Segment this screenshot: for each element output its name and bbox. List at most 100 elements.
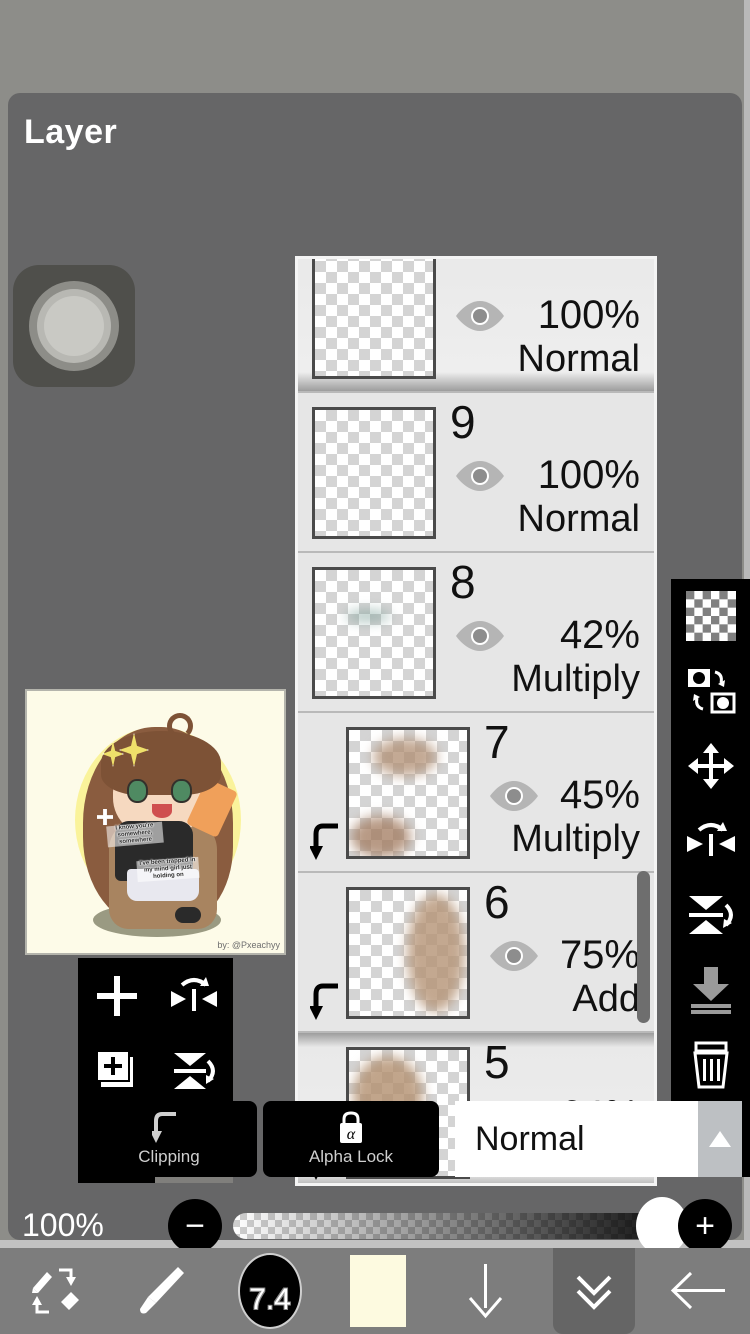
- opacity-slider-track[interactable]: [233, 1213, 663, 1239]
- plus-icon: [96, 975, 137, 1016]
- clipping-indicator: [309, 823, 344, 861]
- layer-row[interactable]: 7 45% Multiply: [298, 713, 654, 873]
- layer-row[interactable]: 100% Normal: [298, 259, 654, 393]
- clipping-indicator: [309, 983, 344, 1021]
- visibility-eye-icon: [456, 461, 504, 491]
- brush-size-button[interactable]: 7.4: [216, 1248, 324, 1334]
- layer-blend-mode-label: Multiply: [511, 818, 640, 860]
- visibility-eye-icon: [456, 301, 504, 331]
- layer-visibility-toggle[interactable]: [454, 299, 506, 333]
- layer-panel: Layer I know you're somewhere, somewhere…: [8, 93, 750, 1255]
- layer-thumbnail[interactable]: [312, 407, 436, 539]
- artwork-quote-2: I've been trapped in my mind girl just h…: [136, 856, 200, 883]
- layer-visibility-toggle[interactable]: [488, 779, 540, 813]
- move-arrows-icon: [687, 742, 734, 789]
- camera-lens-icon: [13, 265, 135, 387]
- blend-mode-value: Normal: [475, 1119, 585, 1158]
- layer-opacity-label: 100%: [537, 293, 640, 337]
- layer-blend-mode-label: Normal: [517, 338, 640, 380]
- flip-horizontal-button[interactable]: [155, 958, 232, 1033]
- flip-vertical-button[interactable]: [671, 878, 750, 953]
- back-button[interactable]: [645, 1248, 750, 1334]
- flip-horizontal-icon: [686, 821, 735, 856]
- trash-icon: [692, 1041, 729, 1089]
- layer-blend-mode-label: Add: [572, 978, 640, 1020]
- canvas-thumbnail-preview[interactable]: I know you're somewhere, somewhere I've …: [25, 689, 286, 955]
- alpha-lock-button[interactable]: α Alpha Lock: [263, 1101, 439, 1177]
- clipping-indicator-icon: [309, 823, 338, 860]
- layer-list[interactable]: 100% Normal 9 100% Normal 8 42% Multiply 7 45% Mul…: [295, 256, 657, 1186]
- layer-number: 5: [484, 1036, 510, 1088]
- layer-number: 8: [450, 556, 476, 608]
- layer-visibility-toggle[interactable]: [454, 459, 506, 493]
- blend-mode-select[interactable]: Normal: [455, 1101, 698, 1177]
- layer-list-scrollbar[interactable]: [637, 871, 650, 1023]
- layer-row[interactable]: 9 100% Normal: [298, 393, 654, 553]
- merge-down-icon: [690, 967, 731, 1015]
- layer-blend-mode-label: Normal: [517, 498, 640, 540]
- svg-text:α: α: [347, 1126, 356, 1143]
- layer-mode-bar: Clipping α Alpha Lock Normal: [8, 1101, 742, 1189]
- transparency-button[interactable]: [671, 579, 750, 654]
- layer-number: 7: [484, 716, 510, 768]
- merge-down-button[interactable]: [671, 953, 750, 1028]
- app-bottom-toolbar: 7.4: [0, 1248, 750, 1334]
- opacity-value-label: 100%: [22, 1207, 104, 1243]
- page-title: Layer: [24, 113, 118, 151]
- opacity-decrease-button[interactable]: −: [168, 1199, 222, 1253]
- chevron-double-down-icon: [576, 1275, 612, 1310]
- layer-opacity-label: 42%: [559, 613, 640, 657]
- pen-eraser-swap-icon: [32, 1268, 79, 1314]
- brush-size-indicator: 7.4: [238, 1253, 302, 1329]
- layer-thumbnail[interactable]: [346, 727, 470, 859]
- flip-horizontal-button[interactable]: [671, 803, 750, 878]
- layer-visibility-toggle[interactable]: [488, 939, 540, 973]
- layer-thumbnail[interactable]: [312, 567, 436, 699]
- duplicate-layer-button[interactable]: [78, 1033, 155, 1108]
- visibility-eye-icon: [490, 781, 538, 811]
- layer-number: 6: [484, 876, 510, 928]
- move-layer-button[interactable]: [671, 729, 750, 804]
- undo-redo-tool-button[interactable]: [0, 1248, 108, 1334]
- triangle-up-icon: [709, 1131, 731, 1147]
- layer-thumbnail[interactable]: [346, 887, 470, 1019]
- delete-layer-button[interactable]: [671, 1028, 750, 1103]
- arrow-left-icon: [670, 1271, 725, 1310]
- layer-visibility-toggle[interactable]: [454, 619, 506, 653]
- layer-opacity-label: 45%: [559, 773, 640, 817]
- add-layer-button[interactable]: [78, 958, 155, 1033]
- visibility-eye-icon: [490, 941, 538, 971]
- flip-vertical-icon: [688, 896, 733, 935]
- alpha-lock-icon: α: [340, 1111, 362, 1143]
- flip-vertical-icon: [173, 1052, 215, 1089]
- brush-size-value: 7.4: [249, 1283, 291, 1316]
- layer-blend-mode-label: Multiply: [511, 658, 640, 700]
- download-button[interactable]: [432, 1248, 540, 1334]
- layer-opacity-label: 75%: [559, 933, 640, 977]
- layer-tools-toolbar: [671, 579, 750, 1177]
- clipping-indicator-icon: [309, 983, 338, 1020]
- opacity-increase-button[interactable]: +: [678, 1199, 732, 1253]
- arrow-down-icon: [468, 1264, 503, 1319]
- swap-layers-icon: [687, 669, 735, 714]
- layer-opacity-label: 100%: [537, 453, 640, 497]
- flip-horizontal-icon: [170, 976, 217, 1011]
- layer-row[interactable]: 6 75% Add: [298, 873, 654, 1033]
- clipping-button[interactable]: Clipping: [81, 1101, 257, 1177]
- color-swatch-button[interactable]: [324, 1248, 432, 1334]
- visibility-eye-icon: [456, 621, 504, 651]
- blend-mode-stepper-up[interactable]: [698, 1101, 742, 1177]
- brush-tool-button[interactable]: [108, 1248, 216, 1334]
- rotate-layers-button[interactable]: [671, 654, 750, 729]
- checkerboard-icon: [685, 591, 736, 642]
- layer-thumbnail[interactable]: [312, 259, 436, 379]
- paintbrush-icon: [140, 1267, 184, 1314]
- collapse-panel-button[interactable]: [553, 1248, 635, 1334]
- clipping-arrow-icon: [152, 1112, 176, 1143]
- color-swatch-icon: [350, 1255, 406, 1327]
- alpha-lock-label: Alpha Lock: [308, 1147, 394, 1166]
- flip-vertical-button[interactable]: [155, 1033, 232, 1108]
- layer-number: 9: [450, 396, 476, 448]
- artwork-credit: by: @Pxeachyy: [217, 940, 280, 950]
- layer-row[interactable]: 8 42% Multiply: [298, 553, 654, 713]
